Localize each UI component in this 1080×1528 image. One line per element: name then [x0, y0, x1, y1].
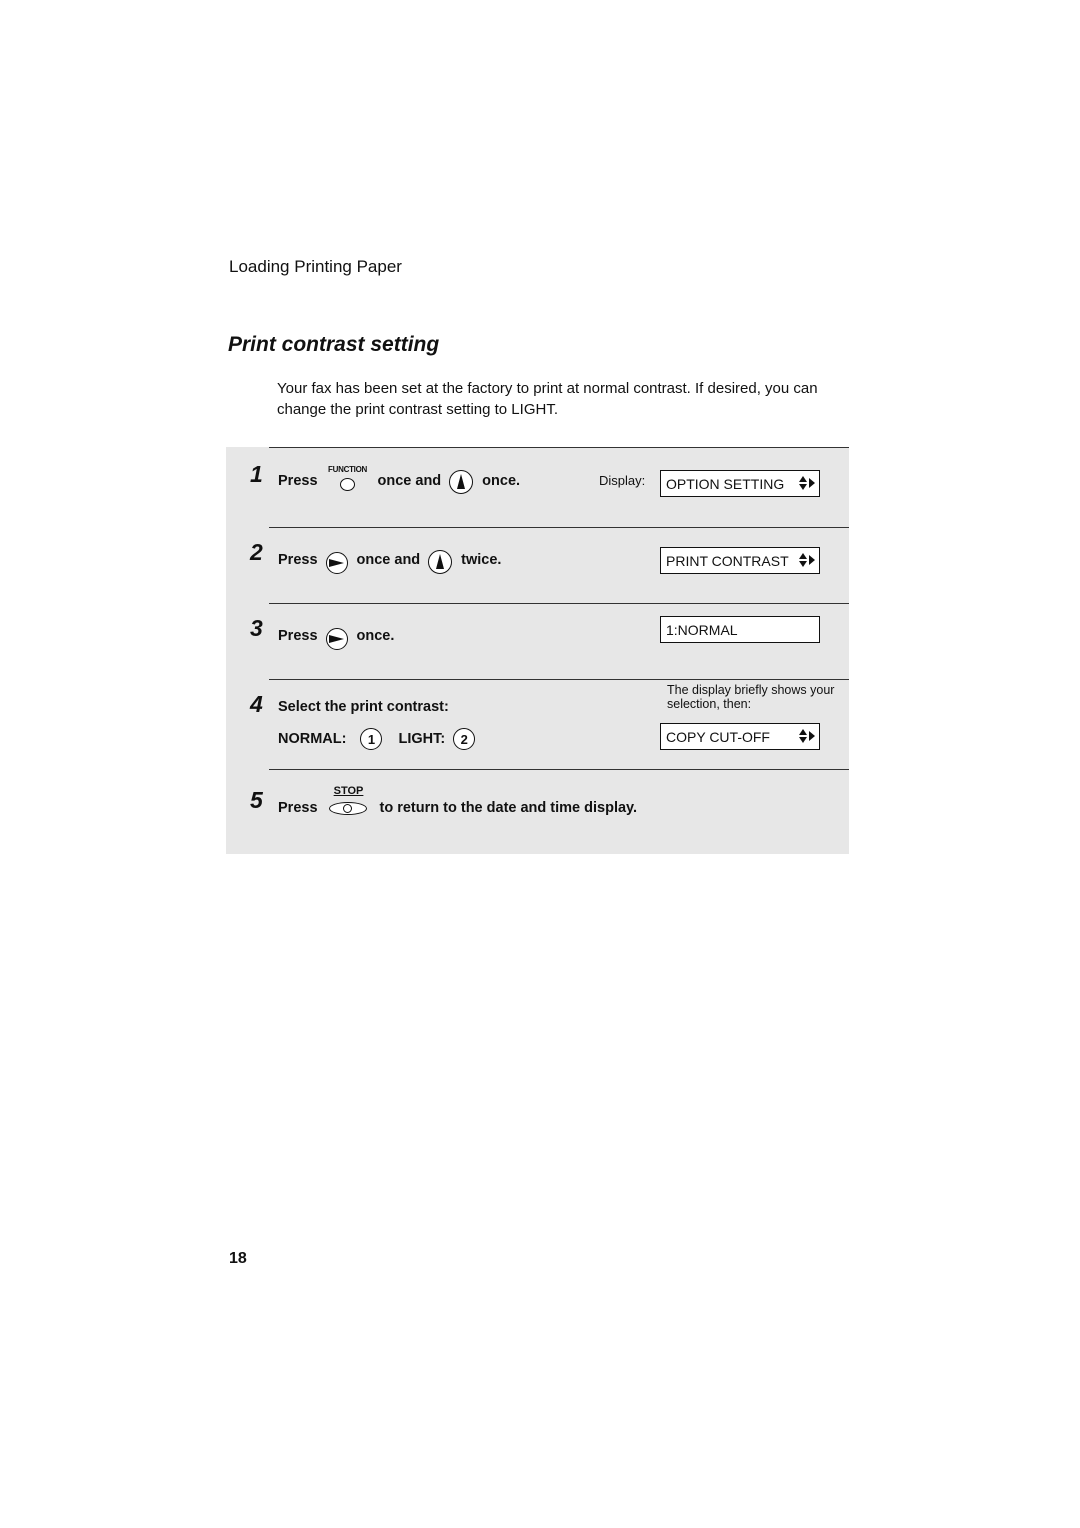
step-number: 3 — [250, 615, 263, 641]
option-normal-label: NORMAL: — [278, 731, 347, 747]
page-title: Print contrast setting — [228, 333, 440, 356]
right-arrow-key-icon — [325, 552, 348, 574]
right-arrow-key-icon — [325, 628, 348, 650]
lcd-display-copy-cut-off: COPY CUT-OFF — [660, 723, 820, 750]
step-number: 4 — [250, 691, 263, 717]
lcd-display-option-setting: OPTION SETTING — [660, 470, 820, 497]
step-number: 1 — [250, 461, 263, 487]
divider — [269, 447, 849, 448]
lcd-display-normal: 1:NORMAL — [660, 616, 820, 643]
lcd-text: COPY CUT-OFF — [666, 728, 770, 745]
step-1-instruction: Press FUNCTION once and once. — [278, 465, 521, 495]
divider — [269, 603, 849, 604]
step-4-instruction: Select the print contrast: — [278, 699, 449, 715]
key-2-icon: 2 — [453, 728, 476, 750]
stop-key-label: STOP — [333, 785, 364, 797]
display-label: Display: — [599, 473, 646, 488]
up-down-right-arrows-icon — [799, 729, 815, 743]
divider — [269, 679, 849, 680]
display-note: The display briefly shows your selection… — [667, 683, 835, 711]
function-key-icon: FUNCTION — [326, 465, 370, 495]
step-text: once and — [377, 473, 442, 489]
option-light-label: LIGHT: — [398, 731, 446, 747]
divider — [269, 769, 849, 770]
step-text: Press — [278, 628, 318, 644]
up-down-right-arrows-icon — [799, 476, 815, 490]
stop-key-icon: STOP — [326, 785, 372, 819]
function-key-label: FUNCTION — [328, 465, 367, 474]
contrast-options: NORMAL: 1 LIGHT: 2 — [278, 728, 484, 750]
step-text: Select the print contrast: — [278, 699, 449, 715]
up-down-right-arrows-icon — [799, 553, 815, 567]
key-1-icon: 1 — [360, 728, 383, 750]
divider — [269, 527, 849, 528]
lcd-display-print-contrast: PRINT CONTRAST — [660, 547, 820, 574]
page-number: 18 — [229, 1250, 247, 1267]
step-text: Press — [278, 800, 318, 816]
lcd-text: 1:NORMAL — [666, 621, 738, 638]
intro-paragraph: Your fax has been set at the factory to … — [277, 380, 818, 418]
step-text: to return to the date and time display. — [379, 800, 638, 816]
up-arrow-key-icon — [428, 550, 453, 574]
step-number: 5 — [250, 787, 263, 813]
step-text: once. — [482, 473, 521, 489]
step-2-instruction: Press once and twice. — [278, 546, 501, 574]
step-text: Press — [278, 552, 318, 568]
step-text: once. — [356, 628, 395, 644]
step-5-instruction: Press STOP to return to the date and tim… — [278, 785, 638, 819]
step-text: Press — [278, 473, 318, 489]
step-number: 2 — [250, 539, 263, 565]
section-header: Loading Printing Paper — [229, 257, 402, 276]
steps-panel: 1 Press FUNCTION once and once. 2 Press … — [226, 447, 849, 854]
step-text: once and — [356, 552, 421, 568]
step-text: twice. — [461, 552, 502, 568]
up-arrow-key-icon — [449, 470, 474, 494]
lcd-text: PRINT CONTRAST — [666, 552, 789, 569]
lcd-text: OPTION SETTING — [666, 475, 785, 492]
step-3-instruction: Press once. — [278, 622, 394, 650]
